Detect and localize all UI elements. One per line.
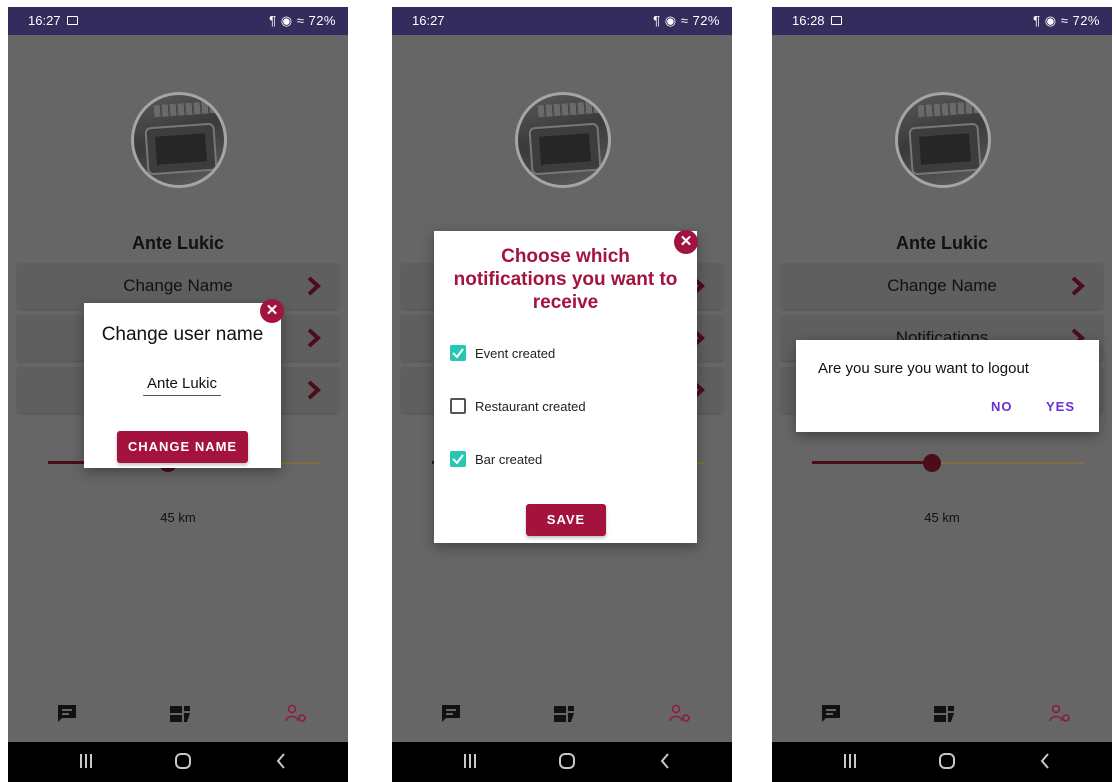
dialog-message: Are you sure you want to logout: [818, 360, 1029, 377]
change-name-button[interactable]: CHANGE NAME: [117, 431, 248, 463]
system-navigation-bar: [772, 742, 1112, 782]
slider-thumb[interactable]: [923, 454, 941, 472]
system-navigation-bar: [392, 742, 732, 782]
status-bar: 16:28 ¶ ◉ ≈ 72%: [772, 7, 1112, 35]
profile-settings-icon[interactable]: [285, 704, 307, 724]
dashboard-icon[interactable]: [933, 704, 955, 724]
checkbox-checked-icon[interactable]: [450, 345, 466, 361]
status-indicators: ¶ ◉ ≈ 72%: [1033, 13, 1100, 28]
chat-icon[interactable]: [820, 704, 842, 724]
status-indicators: ¶ ◉ ≈ 72%: [269, 13, 336, 28]
row-label: Change Name: [123, 276, 233, 295]
system-navigation-bar: [8, 742, 348, 782]
profile-settings-icon[interactable]: [1049, 704, 1071, 724]
back-icon[interactable]: [274, 752, 288, 770]
status-bar: 16:27 ¶ ◉ ≈ 72%: [392, 7, 732, 35]
notifications-dialog: Choose which notifications you want to r…: [434, 230, 698, 543]
avatar[interactable]: [515, 92, 611, 188]
close-icon[interactable]: ✕: [260, 299, 284, 323]
back-icon[interactable]: [658, 752, 672, 770]
status-indicators: ¶ ◉ ≈ 72%: [653, 13, 720, 28]
dashboard-icon[interactable]: [169, 704, 191, 724]
save-button[interactable]: SAVE: [526, 504, 606, 536]
distance-label: 45 km: [924, 510, 960, 525]
dialog-title-line: Choose which: [501, 246, 630, 267]
chevron-right-icon: [1071, 276, 1086, 296]
dialog-title: Change user name: [101, 324, 264, 345]
status-bar: 16:27 ¶ ◉ ≈ 72%: [8, 7, 348, 35]
image-notification-icon: [67, 16, 78, 25]
bottom-navigation: [8, 704, 348, 728]
status-time: 16:28: [792, 13, 825, 28]
dashboard-icon[interactable]: [553, 704, 575, 724]
recents-icon[interactable]: [462, 752, 478, 770]
chevron-right-icon: [307, 380, 322, 400]
option-event-created[interactable]: Event created: [450, 344, 670, 364]
checkbox-unchecked-icon[interactable]: [450, 398, 466, 414]
chat-icon[interactable]: [440, 704, 462, 724]
phone-screen-notifications: 16:27 ¶ ◉ ≈ 72% Choose which notificatio…: [392, 7, 732, 782]
distance-slider[interactable]: [812, 454, 1084, 472]
option-bar-created[interactable]: Bar created: [450, 450, 670, 470]
dialog-title: Choose which notifications you want to r…: [434, 245, 697, 314]
dialog-title-line: receive: [532, 292, 599, 313]
bottom-navigation: [392, 704, 732, 728]
logout-dialog: Are you sure you want to logout NO YES: [796, 340, 1099, 432]
profile-settings-icon[interactable]: [669, 704, 691, 724]
status-time: 16:27: [28, 13, 61, 28]
checkbox-checked-icon[interactable]: [450, 451, 466, 467]
user-name: Ante Lukic: [895, 233, 988, 253]
home-icon[interactable]: [938, 752, 956, 770]
image-notification-icon: [831, 16, 842, 25]
phone-screen-logout: 16:28 ¶ ◉ ≈ 72% Ante Lukic Change Name N…: [772, 7, 1112, 782]
option-label: Event created: [475, 346, 556, 361]
distance-label: 45 km: [160, 510, 196, 525]
home-icon[interactable]: [558, 752, 576, 770]
slider-active-track: [812, 461, 932, 464]
change-name-row[interactable]: Change Name: [781, 263, 1103, 309]
back-icon[interactable]: [1038, 752, 1052, 770]
change-name-dialog: Change user name Ante Lukic CHANGE NAME …: [84, 299, 284, 468]
home-icon[interactable]: [174, 752, 192, 770]
option-label: Restaurant created: [475, 399, 586, 414]
dialog-title-line: notifications you want to: [453, 269, 678, 290]
yes-button[interactable]: YES: [1046, 399, 1075, 414]
phone-screen-change-name: 16:27 ¶ ◉ ≈ 72% Ante Lukic Change Name 4…: [8, 7, 348, 782]
recents-icon[interactable]: [78, 752, 94, 770]
option-label: Bar created: [475, 452, 543, 467]
user-name: Ante Lukic: [131, 233, 224, 253]
no-button[interactable]: NO: [991, 399, 1013, 414]
option-restaurant-created[interactable]: Restaurant created: [450, 397, 670, 417]
close-icon[interactable]: ✕: [674, 230, 698, 254]
chat-icon[interactable]: [56, 704, 78, 724]
name-input[interactable]: Ante Lukic: [143, 375, 221, 396]
chevron-right-icon: [307, 328, 322, 348]
recents-icon[interactable]: [842, 752, 858, 770]
avatar[interactable]: [131, 92, 227, 188]
row-label: Change Name: [887, 276, 997, 295]
bottom-navigation: [772, 704, 1112, 728]
status-time: 16:27: [412, 13, 445, 28]
chevron-right-icon: [307, 276, 322, 296]
avatar[interactable]: [895, 92, 991, 188]
